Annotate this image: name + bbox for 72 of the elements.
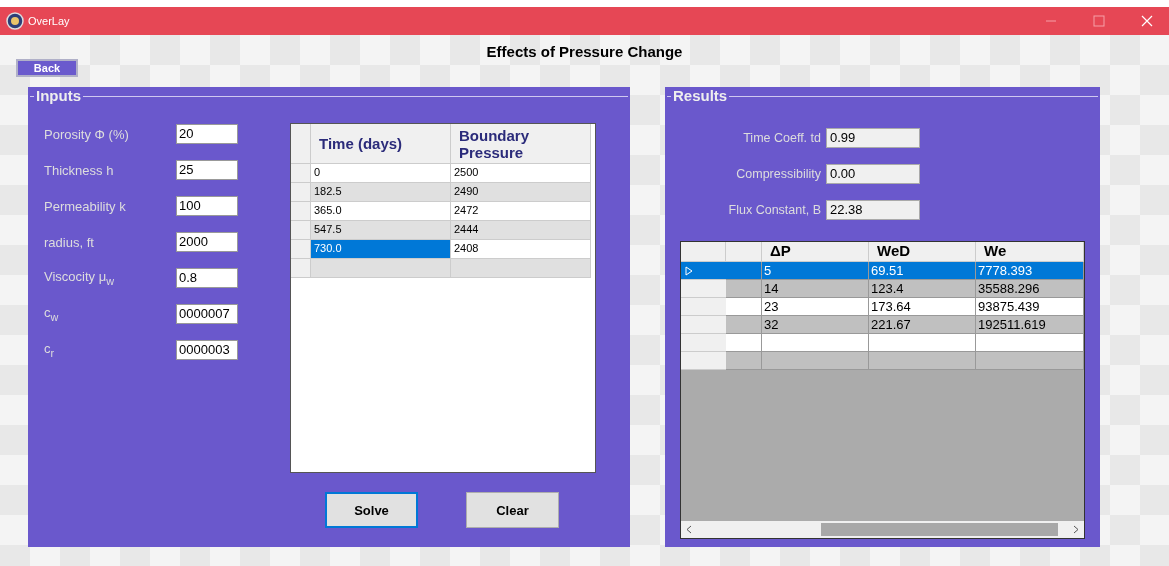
- output-field: 0.99: [826, 128, 920, 148]
- table-cell[interactable]: 93875.439: [976, 298, 1084, 316]
- field-label: Viscocity μ$_{w}$: [44, 269, 115, 287]
- scroll-thumb[interactable]: [821, 523, 1058, 536]
- input-field[interactable]: 0000003: [176, 340, 238, 360]
- field-label: Compressibility: [735, 167, 821, 181]
- input-field[interactable]: 2000: [176, 232, 238, 252]
- panel-title: Results: [671, 87, 730, 104]
- table-cell[interactable]: 123.4: [869, 280, 976, 298]
- field-label: Porosity Φ (%): [44, 126, 130, 142]
- table-cell[interactable]: 182.5: [311, 183, 451, 202]
- table-cell[interactable]: 7778.393: [976, 262, 1084, 280]
- table-cell[interactable]: 547.5: [311, 221, 451, 240]
- window-title: OverLay: [28, 15, 71, 27]
- column-header[interactable]: ΔP: [762, 242, 869, 262]
- horizontal-scrollbar[interactable]: [681, 521, 1084, 538]
- output-field: 0.00: [826, 164, 920, 184]
- table-cell[interactable]: 221.67: [869, 316, 976, 334]
- input-field[interactable]: 0000007: [176, 304, 238, 324]
- column-header[interactable]: Time (days): [311, 124, 451, 164]
- row-header[interactable]: [291, 202, 311, 221]
- row-pointer-icon: [685, 265, 693, 276]
- row-header[interactable]: [681, 280, 726, 298]
- field-label: c$_{r}$: [44, 341, 56, 359]
- row-header[interactable]: [681, 334, 726, 352]
- row-header[interactable]: [291, 240, 311, 259]
- table-cell[interactable]: 2408: [451, 240, 591, 259]
- input-field[interactable]: 100: [176, 196, 238, 216]
- column-header[interactable]: WeD: [869, 242, 976, 262]
- row-header[interactable]: [291, 164, 311, 183]
- table-cell[interactable]: 2490: [451, 183, 591, 202]
- column-header[interactable]: [726, 242, 762, 262]
- corner-header: [291, 124, 311, 164]
- table-cell[interactable]: 23: [762, 298, 869, 316]
- table-cell[interactable]: 0: [311, 164, 451, 183]
- action-button[interactable]: Clear: [466, 492, 559, 528]
- column-header[interactable]: We: [976, 242, 1084, 262]
- field-label: radius, ft: [44, 234, 95, 250]
- column-header[interactable]: Boundary Pressure: [451, 124, 591, 164]
- back-button[interactable]: Back: [16, 59, 78, 77]
- table-cell[interactable]: 730.0: [311, 240, 451, 259]
- action-button[interactable]: Solve: [325, 492, 418, 528]
- table-cell[interactable]: 2472: [451, 202, 591, 221]
- field-label: Flux Constant, B: [727, 203, 821, 217]
- table-cell[interactable]: 173.64: [869, 298, 976, 316]
- field-label: Thickness h: [44, 162, 115, 178]
- table-cell[interactable]: 5: [762, 262, 869, 280]
- table-cell[interactable]: 365.0: [311, 202, 451, 221]
- table-cell[interactable]: 192511.619: [976, 316, 1084, 334]
- table-cell[interactable]: 2500: [451, 164, 591, 183]
- page-heading: Effects of Pressure Change: [485, 42, 684, 61]
- table-cell[interactable]: 2444: [451, 221, 591, 240]
- corner-header: [681, 242, 726, 262]
- row-header[interactable]: [681, 316, 726, 334]
- table-cell[interactable]: 32: [762, 316, 869, 334]
- table-cell[interactable]: 69.51: [869, 262, 976, 280]
- row-header[interactable]: [681, 262, 726, 280]
- input-field[interactable]: 20: [176, 124, 238, 144]
- input-field[interactable]: 0.8: [176, 268, 238, 288]
- field-label: c$_{w}$: [44, 305, 60, 323]
- row-header[interactable]: [291, 183, 311, 202]
- field-label: Permeability k: [44, 198, 127, 214]
- field-label: Time Coeff. td: [742, 131, 821, 145]
- row-header[interactable]: [681, 298, 726, 316]
- input-field[interactable]: 25: [176, 160, 238, 180]
- output-field: 22.38: [826, 200, 920, 220]
- row-header[interactable]: [681, 352, 726, 370]
- table-cell[interactable]: 35588.296: [976, 280, 1084, 298]
- app-icon: [6, 12, 24, 30]
- row-header[interactable]: [291, 221, 311, 240]
- row-header[interactable]: [291, 259, 311, 278]
- table-cell[interactable]: 14: [762, 280, 869, 298]
